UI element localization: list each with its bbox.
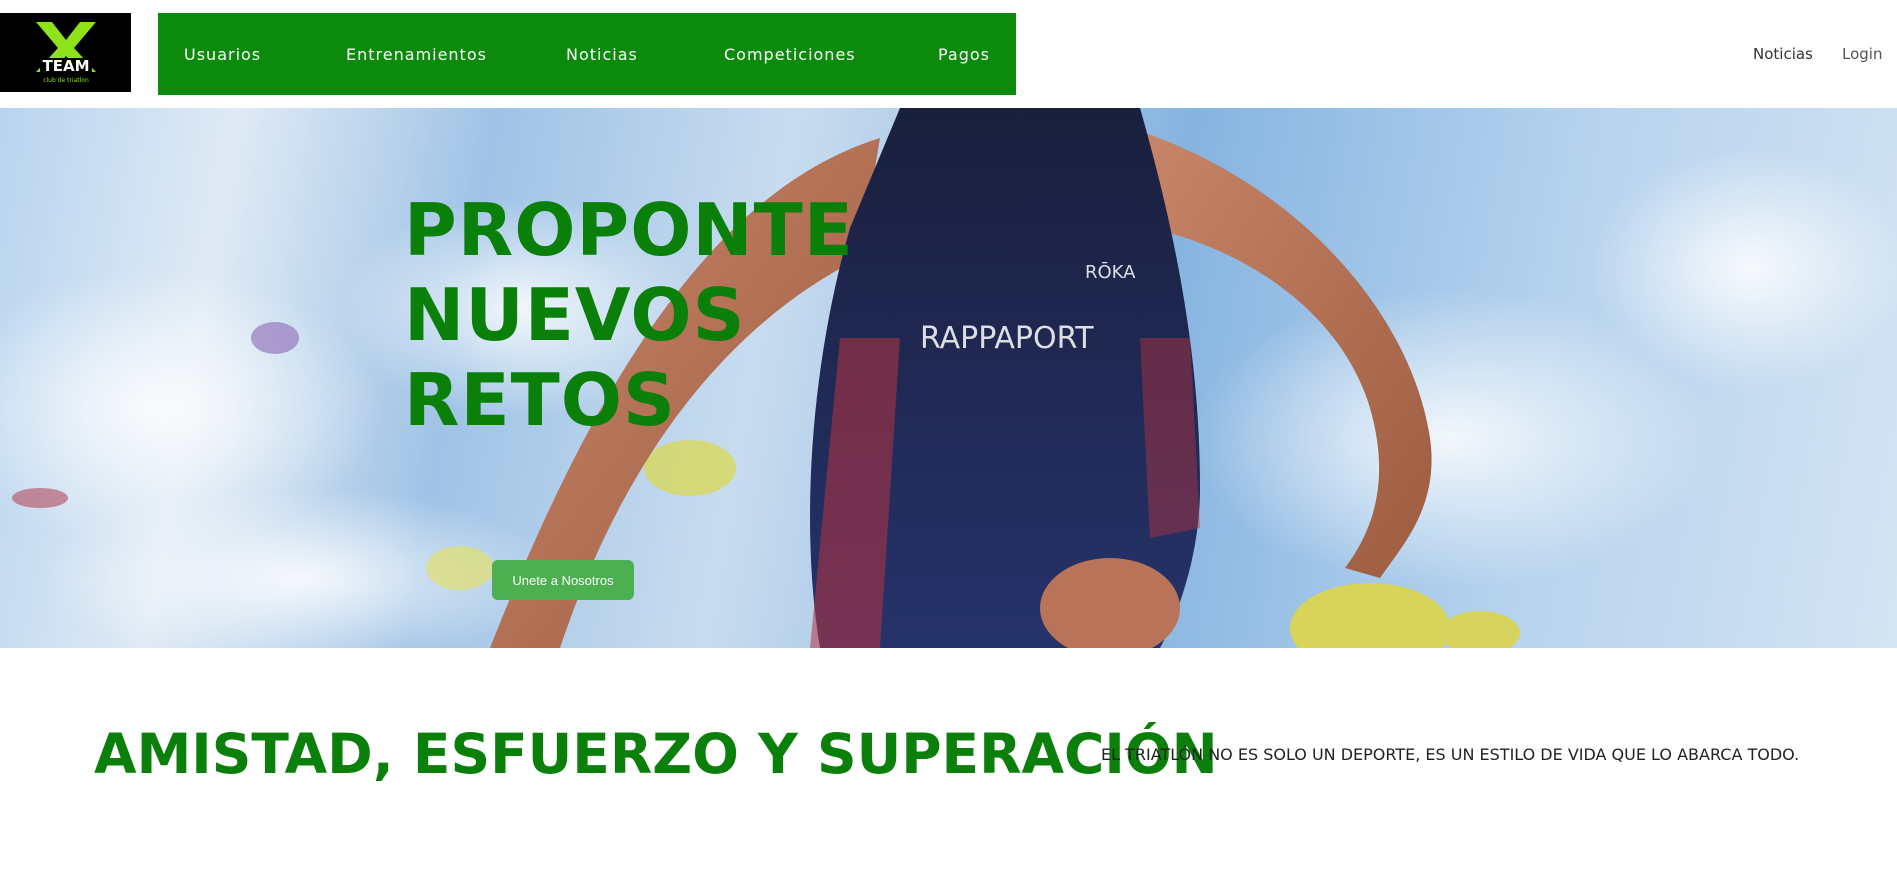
svg-text:RAPPAPORT: RAPPAPORT <box>920 321 1094 356</box>
nav-item-pagos[interactable]: Pagos <box>938 45 990 64</box>
section-tagline: EL TRIATLÓN NO ES SOLO UN DEPORTE, ES UN… <box>1101 745 1800 764</box>
nav-item-entrenamientos[interactable]: Entrenamientos <box>346 45 487 64</box>
join-us-button[interactable]: Unete a Nosotros <box>492 560 634 600</box>
hero-title: PROPONTE NUEVOS RETOS <box>404 188 904 443</box>
nav-link-login[interactable]: Login <box>1842 45 1882 63</box>
hero-title-line: RETOS <box>404 358 676 442</box>
team-logo-mark: TEAM club de triatlon <box>35 21 96 84</box>
nav-item-usuarios[interactable]: Usuarios <box>184 45 261 64</box>
nav-item-noticias[interactable]: Noticias <box>566 45 638 64</box>
nav-item-competiciones[interactable]: Competiciones <box>724 45 856 64</box>
hero-title-line: NUEVOS <box>404 273 746 357</box>
svg-text:club de triatlon: club de triatlon <box>43 77 89 84</box>
hero-title-line: PROPONTE <box>404 188 854 272</box>
nav-link-noticias[interactable]: Noticias <box>1753 45 1813 63</box>
main-navigation: Usuarios Entrenamientos Noticias Competi… <box>158 13 1016 95</box>
svg-text:TEAM: TEAM <box>42 57 89 75</box>
team-logo[interactable]: TEAM club de triatlon <box>0 13 131 92</box>
triathlete-swimmer-photo: RAPPAPORT RŌKA <box>0 108 1897 648</box>
hero-banner: RAPPAPORT RŌKA PROPONTE NUEVOS RETOS Une… <box>0 108 1897 648</box>
section-slogan: AMISTAD, ESFUERZO Y SUPERACIÓN <box>94 722 1218 786</box>
svg-text:RŌKA: RŌKA <box>1085 261 1136 283</box>
